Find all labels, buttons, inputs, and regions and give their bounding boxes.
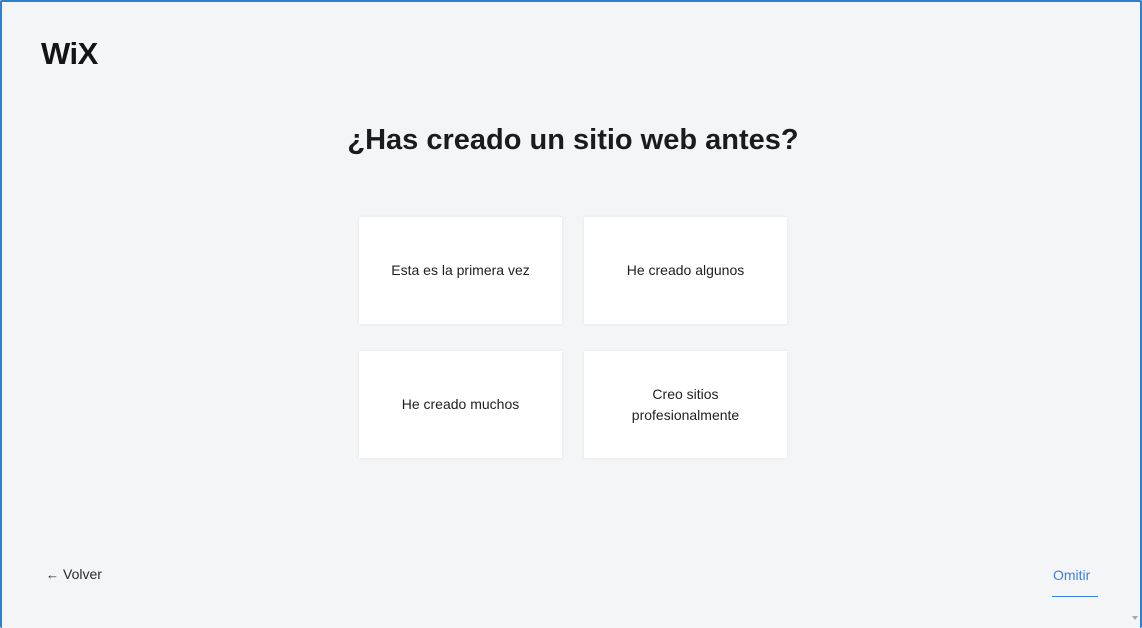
skip-button[interactable]: Omitir (1053, 567, 1090, 583)
back-button[interactable]: ← Volver (46, 566, 102, 582)
skip-underline (1052, 596, 1098, 597)
wix-logo: WiX (41, 36, 98, 71)
page-question: ¿Has creado un sitio web antes? (347, 124, 799, 156)
back-label: Volver (63, 566, 102, 582)
options-grid: Esta es la primera vez He creado algunos… (359, 217, 787, 458)
option-created-some[interactable]: He creado algunos (584, 217, 787, 324)
scroll-down-arrow-icon[interactable] (1132, 616, 1138, 620)
onboarding-page: WiX ¿Has creado un sitio web antes? Esta… (0, 0, 1142, 628)
option-label: He creado algunos (626, 262, 745, 278)
option-label: Esta es la primera vez (391, 262, 530, 278)
arrow-left-icon: ← (46, 566, 59, 582)
option-label: Creo sitios profesionalmente (631, 385, 740, 423)
option-first-time[interactable]: Esta es la primera vez (359, 217, 562, 324)
option-label: He creado muchos (401, 396, 520, 412)
option-created-many[interactable]: He creado muchos (359, 351, 562, 458)
option-professional[interactable]: Creo sitios profesionalmente (584, 351, 787, 458)
